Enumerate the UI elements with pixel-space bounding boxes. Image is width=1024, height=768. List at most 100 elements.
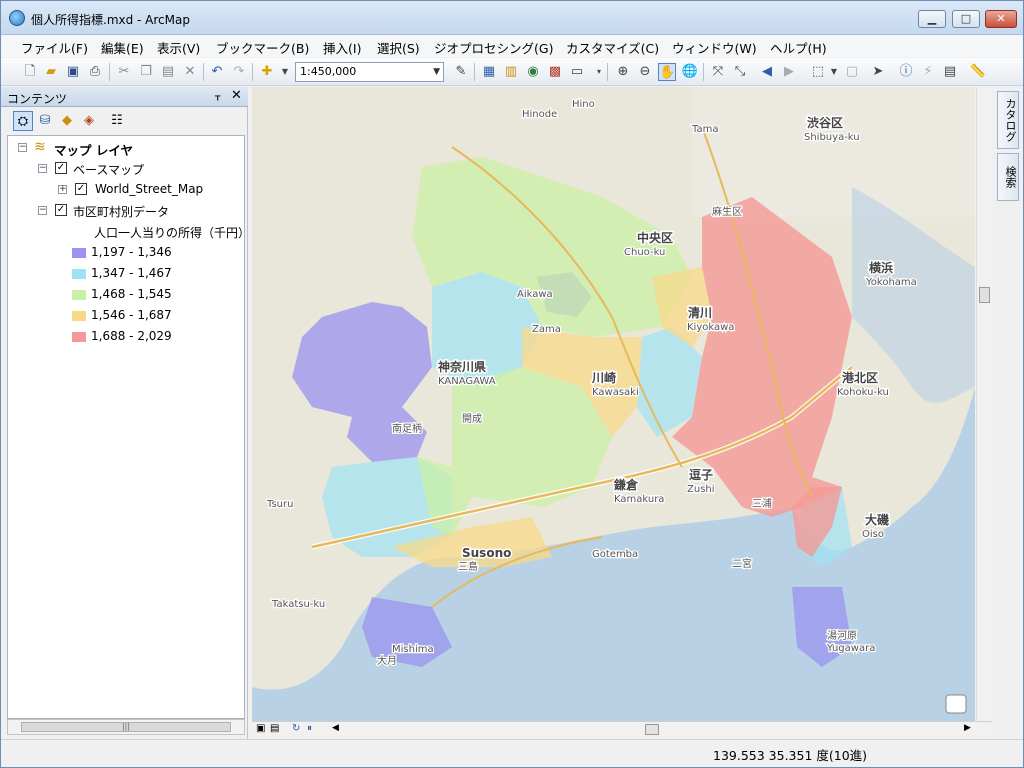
new-document-icon[interactable]: 🗋 xyxy=(21,63,39,81)
expand-icon[interactable]: + xyxy=(58,185,67,194)
search-tab[interactable]: 検索 xyxy=(997,153,1019,201)
close-icon[interactable]: ✕ xyxy=(231,88,242,103)
legend-swatch xyxy=(72,311,86,321)
map-tips-icon[interactable] xyxy=(945,694,967,714)
pin-icon[interactable]: ᚁ xyxy=(215,89,220,102)
scrollbar-thumb[interactable]: ||| xyxy=(21,722,231,732)
status-bar: 139.553 35.351 度(10進) xyxy=(1,739,1023,767)
minimize-button[interactable]: ▁ xyxy=(918,10,946,28)
maximize-button[interactable]: □ xyxy=(952,10,980,28)
arctoolbox-icon[interactable]: ▩ xyxy=(546,63,564,81)
layer-visibility-checkbox[interactable]: ✓ xyxy=(75,183,87,195)
options-icon[interactable]: ☷ xyxy=(107,111,127,131)
menu-customize[interactable]: カスタマイズ(C) xyxy=(566,38,659,57)
print-icon[interactable]: ⎙ xyxy=(86,63,104,81)
add-data-icon[interactable]: ✚ xyxy=(258,63,276,81)
go-forward-icon[interactable]: ▶ xyxy=(780,63,798,81)
menu-windows[interactable]: ウィンドウ(W) xyxy=(672,38,757,57)
collapse-icon[interactable]: − xyxy=(38,206,47,215)
map-vertical-scrollbar[interactable] xyxy=(976,87,992,721)
arcmap-app-icon xyxy=(9,10,25,26)
editor-toolbar-icon[interactable]: ✎ xyxy=(452,63,470,81)
menu-help[interactable]: ヘルプ(H) xyxy=(770,38,827,57)
layer-municipal-data[interactable]: 市区町村別データ xyxy=(73,203,169,220)
hyperlink-icon[interactable]: ⚡ xyxy=(919,63,937,81)
search-window-icon[interactable]: ◉ xyxy=(524,63,542,81)
undo-icon[interactable]: ↶ xyxy=(208,63,226,81)
list-by-source-icon[interactable]: ⛁ xyxy=(35,111,55,131)
menu-file[interactable]: ファイル(F) xyxy=(21,38,88,57)
layer-world-street-map[interactable]: World_Street_Map xyxy=(95,182,203,196)
map-label: 清川 xyxy=(688,305,712,320)
table-of-contents-icon[interactable]: ▦ xyxy=(480,63,498,81)
data-view-icon[interactable]: ▣ xyxy=(256,723,265,734)
catalog-icon[interactable]: ▥ xyxy=(502,63,520,81)
paste-icon[interactable]: ▤ xyxy=(159,63,177,81)
data-frame-name[interactable]: マップ レイヤ xyxy=(54,140,133,159)
map-scale-value: 1:450,000 xyxy=(300,65,357,78)
scroll-left-icon[interactable]: ◀ xyxy=(332,723,339,733)
save-icon[interactable]: ▣ xyxy=(64,63,82,81)
zoom-out-icon[interactable]: ⊖ xyxy=(636,63,654,81)
map-label: 中央区 xyxy=(637,230,673,245)
fixed-zoom-in-icon[interactable]: ⤧ xyxy=(709,63,727,81)
menu-geoprocessing[interactable]: ジオプロセシング(G) xyxy=(434,38,553,57)
map-display[interactable]: 神奈川県 KANAGAWA 渋谷区 Shibuya-ku 中央区 Chuo-ku… xyxy=(252,87,975,721)
menu-bookmarks[interactable]: ブックマーク(B) xyxy=(216,38,309,57)
html-popup-icon[interactable]: ▤ xyxy=(941,63,959,81)
layer-basemap[interactable]: ベースマップ xyxy=(73,161,144,178)
toc-horizontal-scrollbar[interactable]: ||| xyxy=(7,719,245,735)
standard-toolbar: 🗋 ▰ ▣ ⎙ ✂ ❐ ▤ ✕ ↶ ↷ ✚ ▼ 1:450,000 ▼ ✎ ▦ … xyxy=(1,58,1023,86)
list-by-selection-icon[interactable]: ◈ xyxy=(79,111,99,131)
measure-icon[interactable]: 📏 xyxy=(969,63,987,81)
scrollbar-thumb[interactable] xyxy=(645,724,659,735)
clear-selection-icon[interactable]: ▢ xyxy=(843,63,861,81)
legend-label: 1,688 - 2,029 xyxy=(91,329,172,343)
map-label: 川崎 xyxy=(591,370,616,385)
menu-selection[interactable]: 選択(S) xyxy=(377,38,420,57)
map-label: Oiso xyxy=(862,529,884,540)
add-data-dropdown-icon[interactable]: ▼ xyxy=(276,63,294,81)
collapse-icon[interactable]: − xyxy=(18,143,27,152)
map-label: 二宮 xyxy=(732,557,752,570)
layout-view-icon[interactable]: ▤ xyxy=(270,723,279,734)
close-button[interactable]: ✕ xyxy=(985,10,1017,28)
scrollbar-thumb[interactable] xyxy=(979,287,990,303)
full-extent-icon[interactable]: 🌐 xyxy=(681,63,699,81)
menu-edit[interactable]: 編集(E) xyxy=(101,38,144,57)
pause-drawing-icon[interactable]: ⏸ xyxy=(307,723,312,734)
scroll-right-icon[interactable]: ▶ xyxy=(964,723,971,733)
pan-icon[interactable]: ✋ xyxy=(658,63,676,81)
identify-icon[interactable]: ⓘ xyxy=(897,63,915,81)
collapse-icon[interactable]: − xyxy=(38,164,47,173)
map-scale-select[interactable]: 1:450,000 ▼ xyxy=(295,62,444,82)
open-folder-icon[interactable]: ▰ xyxy=(42,63,60,81)
select-elements-icon[interactable]: ➤ xyxy=(869,63,887,81)
python-window-icon[interactable]: ▭ xyxy=(568,63,586,81)
list-by-drawing-order-icon[interactable]: ⛭ xyxy=(13,111,33,131)
map-label: Tama xyxy=(691,124,718,135)
catalog-tab[interactable]: カタログ xyxy=(997,91,1019,149)
go-back-icon[interactable]: ◀ xyxy=(758,63,776,81)
menu-insert[interactable]: 挿入(I) xyxy=(323,38,361,57)
cut-icon[interactable]: ✂ xyxy=(115,63,133,81)
redo-icon[interactable]: ↷ xyxy=(230,63,248,81)
menu-view[interactable]: 表示(V) xyxy=(157,38,200,57)
select-dropdown-icon[interactable]: ▼ xyxy=(825,63,843,81)
refresh-icon[interactable]: ↻ xyxy=(292,723,300,734)
list-by-visibility-icon[interactable]: ◆ xyxy=(57,111,77,131)
copy-icon[interactable]: ❐ xyxy=(137,63,155,81)
legend-label: 1,546 - 1,687 xyxy=(91,308,172,322)
map-label: Hino xyxy=(572,99,595,110)
delete-icon[interactable]: ✕ xyxy=(181,63,199,81)
map-canvas[interactable]: 神奈川県 KANAGAWA 渋谷区 Shibuya-ku 中央区 Chuo-ku… xyxy=(252,87,975,721)
map-label: Mishima xyxy=(392,644,434,655)
map-label: 開成 xyxy=(462,413,482,425)
toolbar-overflow-icon[interactable]: ▾ xyxy=(590,63,608,81)
map-label: 横浜 xyxy=(869,260,893,275)
layer-visibility-checkbox[interactable]: ✓ xyxy=(55,204,67,216)
layer-visibility-checkbox[interactable]: ✓ xyxy=(55,162,67,174)
map-label: 湯河原 xyxy=(827,629,857,642)
fixed-zoom-out-icon[interactable]: ⤡ xyxy=(731,63,749,81)
zoom-in-icon[interactable]: ⊕ xyxy=(614,63,632,81)
